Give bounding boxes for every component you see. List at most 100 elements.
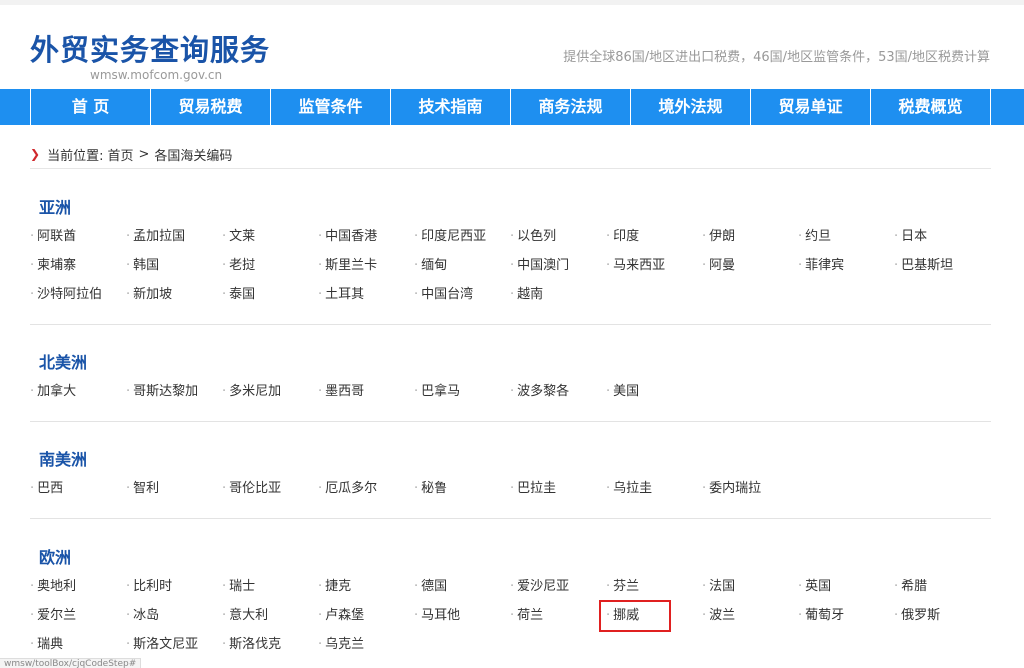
country-label: 葡萄牙 <box>805 608 845 623</box>
country-link[interactable]: · 土耳其 <box>318 285 414 305</box>
country-link[interactable]: · 加拿大 <box>30 382 126 402</box>
country-link[interactable]: · 瑞士 <box>222 577 318 597</box>
country-link[interactable]: · 挪威 <box>599 600 671 632</box>
bullet-dot-icon: · <box>222 258 227 273</box>
bullet-dot-icon: · <box>606 579 611 594</box>
country-link[interactable]: · 委内瑞拉 <box>702 479 798 499</box>
country-link[interactable]: · 以色列 <box>510 227 606 247</box>
country-link[interactable]: · 希腊 <box>894 577 990 597</box>
country-label: 哥斯达黎加 <box>133 384 199 399</box>
country-link[interactable]: · 德国 <box>414 577 510 597</box>
country-link[interactable]: · 捷克 <box>318 577 414 597</box>
country-link[interactable]: · 巴基斯坦 <box>894 256 990 276</box>
country-link[interactable]: · 沙特阿拉伯 <box>30 285 126 305</box>
country-link[interactable]: · 阿联酋 <box>30 227 126 247</box>
country-link[interactable]: · 厄瓜多尔 <box>318 479 414 499</box>
country-label: 印度 <box>613 229 640 244</box>
country-link[interactable]: · 孟加拉国 <box>126 227 222 247</box>
bullet-dot-icon: · <box>510 229 515 244</box>
country-label: 瑞典 <box>37 637 64 652</box>
country-link[interactable]: · 爱尔兰 <box>30 606 126 626</box>
country-label: 墨西哥 <box>325 384 365 399</box>
country-link[interactable]: · 老挝 <box>222 256 318 276</box>
bullet-dot-icon: · <box>318 608 323 623</box>
country-link[interactable]: · 巴拿马 <box>414 382 510 402</box>
country-link[interactable]: · 法国 <box>702 577 798 597</box>
country-link[interactable]: · 卢森堡 <box>318 606 414 626</box>
country-link[interactable]: · 阿曼 <box>702 256 798 276</box>
country-link[interactable]: · 新加坡 <box>126 285 222 305</box>
country-link[interactable]: · 巴西 <box>30 479 126 499</box>
country-link[interactable]: · 中国台湾 <box>414 285 510 305</box>
bullet-dot-icon: · <box>414 481 419 496</box>
country-link[interactable]: · 文莱 <box>222 227 318 247</box>
country-link[interactable]: · 智利 <box>126 479 222 499</box>
country-link[interactable]: · 波多黎各 <box>510 382 606 402</box>
country-link[interactable]: · 巴拉圭 <box>510 479 606 499</box>
country-link[interactable]: · 印度 <box>606 227 702 247</box>
country-link[interactable]: · 波兰 <box>702 606 798 626</box>
site-title[interactable]: 外贸实务查询服务 <box>30 27 270 69</box>
site-domain: wmsw.mofcom.gov.cn <box>90 68 223 82</box>
country-label: 菲律宾 <box>805 258 845 273</box>
country-link[interactable]: · 约旦 <box>798 227 894 247</box>
country-grid-south-america: · 巴西 · 智利 · 哥伦比亚 · 厄瓜多尔 · 秘鲁 · 巴拉圭 · 乌拉圭 · 委内瑞拉 <box>30 479 991 508</box>
country-link[interactable]: · 葡萄牙 <box>798 606 894 626</box>
country-link[interactable]: · 墨西哥 <box>318 382 414 402</box>
country-link[interactable]: · 柬埔寨 <box>30 256 126 276</box>
country-link[interactable]: · 斯里兰卡 <box>318 256 414 276</box>
country-label: 加拿大 <box>37 384 77 399</box>
country-link[interactable]: · 斯洛伐克 <box>222 635 318 655</box>
country-link[interactable]: · 韩国 <box>126 256 222 276</box>
nav-item-0[interactable]: 首 页 <box>31 89 151 125</box>
country-label: 厄瓜多尔 <box>325 481 378 496</box>
country-link[interactable]: · 俄罗斯 <box>894 606 990 626</box>
country-link[interactable]: · 越南 <box>510 285 606 305</box>
country-link[interactable]: · 比利时 <box>126 577 222 597</box>
nav-item-4[interactable]: 商务法规 <box>511 89 631 125</box>
country-link[interactable]: · 多米尼加 <box>222 382 318 402</box>
country-link[interactable]: · 菲律宾 <box>798 256 894 276</box>
country-link[interactable]: · 意大利 <box>222 606 318 626</box>
country-label: 沙特阿拉伯 <box>37 287 103 302</box>
bullet-dot-icon: · <box>318 481 323 496</box>
nav-item-3[interactable]: 技术指南 <box>391 89 511 125</box>
country-link[interactable]: · 乌拉圭 <box>606 479 702 499</box>
nav-item-5[interactable]: 境外法规 <box>631 89 751 125</box>
country-link[interactable]: · 哥斯达黎加 <box>126 382 222 402</box>
bullet-dot-icon: · <box>510 384 515 399</box>
country-link[interactable]: · 中国香港 <box>318 227 414 247</box>
bullet-dot-icon: · <box>510 579 515 594</box>
country-link[interactable]: · 哥伦比亚 <box>222 479 318 499</box>
country-link[interactable]: · 伊朗 <box>702 227 798 247</box>
country-link[interactable]: · 美国 <box>606 382 702 402</box>
country-grid-asia: · 阿联酋 · 孟加拉国 · 文莱 · 中国香港 · 印度尼西亚 · 以色列 · 印度 · 伊朗 · 约旦 · 日本 ·… <box>30 227 991 314</box>
country-grid-north-america: · 加拿大 · 哥斯达黎加 · 多米尼加 · 墨西哥 · 巴拿马 · 波多黎各 · 美国 <box>30 382 991 411</box>
breadcrumb-home-link[interactable]: 首页 <box>107 145 133 164</box>
bullet-dot-icon: · <box>318 579 323 594</box>
nav-item-2[interactable]: 监管条件 <box>271 89 391 125</box>
bullet-dot-icon: · <box>222 481 227 496</box>
nav-item-1[interactable]: 贸易税费 <box>151 89 271 125</box>
country-link[interactable]: · 日本 <box>894 227 990 247</box>
country-link[interactable]: · 缅甸 <box>414 256 510 276</box>
country-label: 委内瑞拉 <box>709 481 762 496</box>
country-link[interactable]: · 斯洛文尼亚 <box>126 635 222 655</box>
country-link[interactable]: · 马来西亚 <box>606 256 702 276</box>
country-link[interactable]: · 中国澳门 <box>510 256 606 276</box>
country-link[interactable]: · 瑞典 <box>30 635 126 655</box>
country-link[interactable]: · 乌克兰 <box>318 635 414 655</box>
country-link[interactable]: · 马耳他 <box>414 606 510 626</box>
country-link[interactable]: · 泰国 <box>222 285 318 305</box>
country-link[interactable]: · 冰岛 <box>126 606 222 626</box>
country-label: 秘鲁 <box>421 481 448 496</box>
country-link[interactable]: · 爱沙尼亚 <box>510 577 606 597</box>
country-link[interactable]: · 芬兰 <box>606 577 702 597</box>
country-link[interactable]: · 荷兰 <box>510 606 606 626</box>
nav-item-7[interactable]: 税费概览 <box>871 89 990 125</box>
country-link[interactable]: · 英国 <box>798 577 894 597</box>
country-link[interactable]: · 印度尼西亚 <box>414 227 510 247</box>
country-link[interactable]: · 奥地利 <box>30 577 126 597</box>
country-link[interactable]: · 秘鲁 <box>414 479 510 499</box>
nav-item-6[interactable]: 贸易单证 <box>751 89 871 125</box>
